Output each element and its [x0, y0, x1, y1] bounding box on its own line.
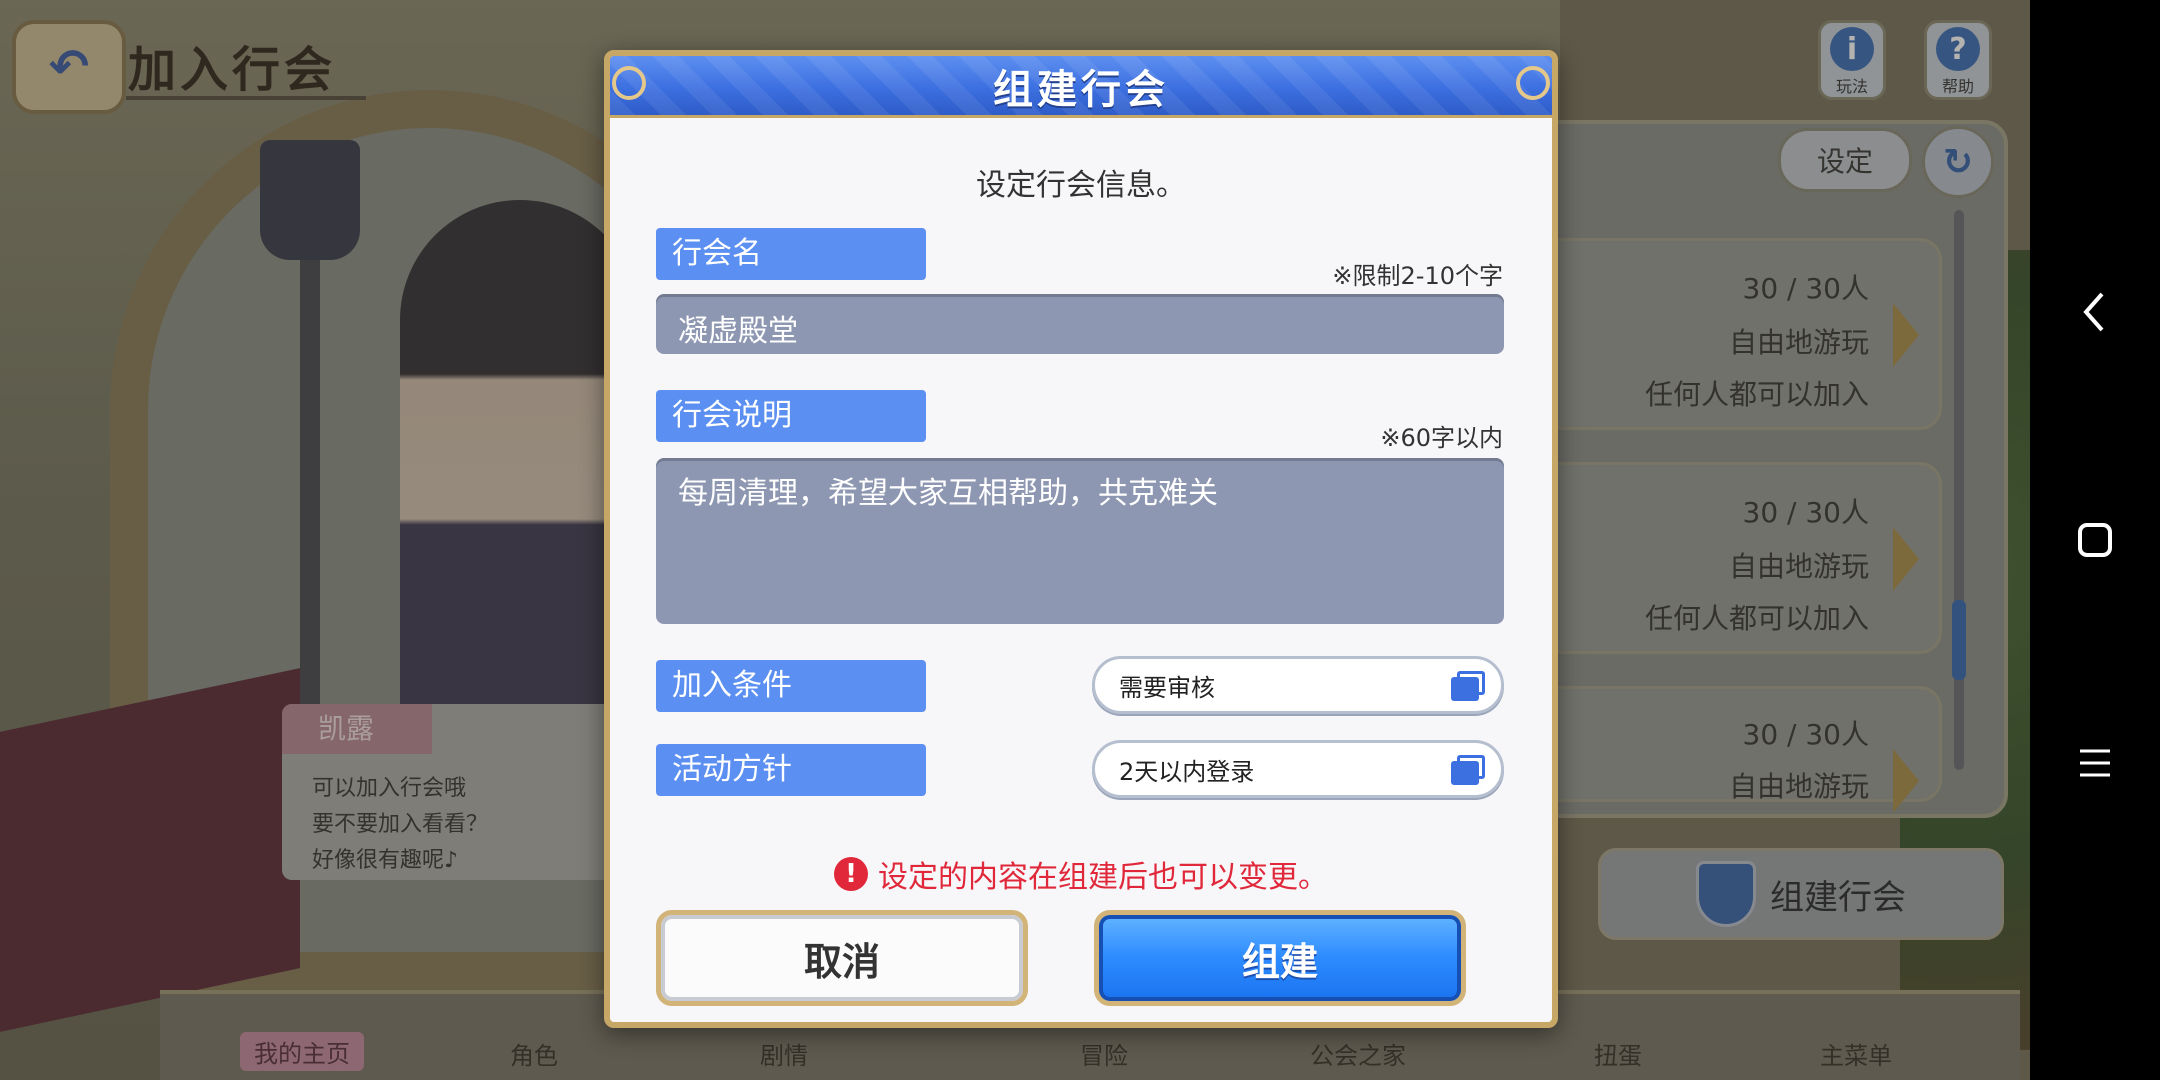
guild-name-note: ※限制2-10个字: [1332, 262, 1503, 290]
notice-text: 设定的内容在组建后也可以变更。: [878, 860, 1328, 895]
dialog-notice: ! 设定的内容在组建后也可以变更。: [604, 852, 1558, 896]
join-condition-value: 需要审核: [1119, 673, 1215, 702]
guild-name-input[interactable]: 凝虚殿堂: [656, 294, 1504, 354]
join-condition-select[interactable]: 需要审核: [1092, 656, 1504, 714]
guild-description-label: 行会说明: [656, 390, 926, 442]
cancel-button[interactable]: 取消: [656, 910, 1028, 1006]
activity-policy-select[interactable]: 2天以内登录: [1092, 740, 1504, 798]
guild-name-label: 行会名: [656, 228, 926, 280]
dialog-title: 组建行会: [993, 66, 1169, 113]
warning-icon: !: [834, 857, 868, 891]
back-nav-icon[interactable]: [2030, 290, 2160, 334]
menu-nav-icon[interactable]: [2030, 748, 2160, 778]
guild-description-input[interactable]: 每周清理，希望大家互相帮助，共克难关: [656, 458, 1504, 624]
dialog-header: 组建行会: [604, 50, 1558, 118]
activity-policy-label: 活动方针: [656, 744, 926, 796]
dropdown-icon: [1451, 671, 1485, 701]
dialog-instruction: 设定行会信息。: [976, 168, 1186, 203]
activity-policy-value: 2天以内登录: [1119, 757, 1255, 786]
join-condition-label: 加入条件: [656, 660, 926, 712]
home-nav-icon[interactable]: [2030, 522, 2160, 558]
dropdown-icon: [1451, 755, 1485, 785]
create-button[interactable]: 组建: [1094, 910, 1466, 1006]
guild-description-note: ※60字以内: [1380, 424, 1503, 452]
